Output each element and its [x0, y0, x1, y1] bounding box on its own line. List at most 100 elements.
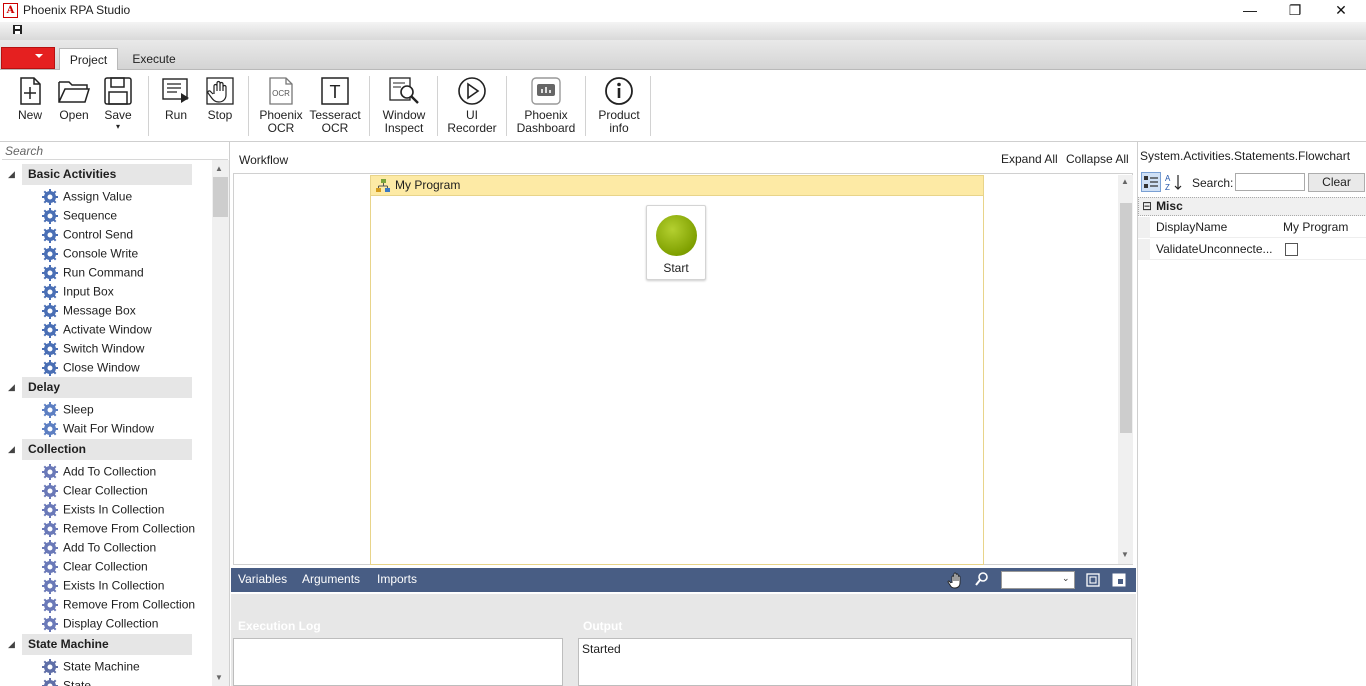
- window-inspect-button[interactable]: Window Inspect: [376, 74, 432, 140]
- output-text: Started: [582, 642, 621, 656]
- activity-gear-icon: [42, 340, 58, 357]
- tab-project[interactable]: Project: [59, 48, 118, 71]
- phoenix-dashboard-button[interactable]: Phoenix Dashboard: [513, 74, 579, 140]
- toolbox-item[interactable]: Remove From Collection: [42, 595, 195, 614]
- output-box[interactable]: Started: [578, 638, 1132, 686]
- designer-canvas[interactable]: My Program Start ▲ ▼: [233, 173, 1133, 565]
- app-menu-button[interactable]: [1, 47, 55, 69]
- open-button[interactable]: Open: [52, 74, 96, 140]
- property-row-displayname[interactable]: DisplayName My Program: [1138, 217, 1366, 238]
- toolbox-category[interactable]: Collection: [22, 439, 192, 460]
- start-node[interactable]: Start: [646, 205, 706, 280]
- properties-panel: System.Activities.Statements.Flowchart A…: [1137, 142, 1366, 686]
- toolbox-item[interactable]: State: [42, 676, 91, 686]
- imports-tab[interactable]: Imports: [377, 572, 417, 586]
- toolbox-item[interactable]: Clear Collection: [42, 557, 148, 576]
- toolbox-item[interactable]: Wait For Window: [42, 419, 154, 438]
- scroll-down-icon[interactable]: ▼: [215, 673, 223, 682]
- collapse-icon[interactable]: ⊟: [1142, 199, 1152, 213]
- toolbox-category[interactable]: State Machine: [22, 634, 192, 655]
- toolbox-item[interactable]: Clear Collection: [42, 481, 148, 500]
- toolbox-item[interactable]: Remove From Collection: [42, 519, 195, 538]
- toolbox-item[interactable]: Add To Collection: [42, 538, 156, 557]
- start-circle-icon: [656, 215, 697, 256]
- pan-hand-icon[interactable]: [947, 571, 965, 589]
- clear-search-button[interactable]: Clear: [1308, 173, 1365, 192]
- scroll-up-icon[interactable]: ▲: [215, 164, 223, 173]
- zoom-search-icon[interactable]: [974, 571, 990, 587]
- arguments-tab[interactable]: Arguments: [302, 572, 360, 586]
- workflow-breadcrumb[interactable]: Workflow: [239, 153, 288, 167]
- toolbox-panel: Search Basic Activities ◢ Assign Value Sequ…: [0, 142, 230, 686]
- toolbox-item[interactable]: Activate Window: [42, 320, 152, 339]
- toolbox-item[interactable]: Switch Window: [42, 339, 144, 358]
- toolbox-category[interactable]: Basic Activities: [22, 164, 192, 185]
- save-button[interactable]: Save ▾: [96, 74, 140, 140]
- save-dropdown-arrow[interactable]: ▾: [96, 122, 140, 131]
- ribbon-separator: [506, 76, 507, 136]
- expand-caret-icon[interactable]: ◢: [8, 382, 15, 393]
- tesseract-ocr-button[interactable]: T Tesseract OCR: [306, 74, 364, 140]
- toolbox-scrollbar[interactable]: [212, 160, 229, 686]
- toolbox-item[interactable]: Input Box: [42, 282, 114, 301]
- toolbox-item-label: Exists In Collection: [63, 578, 165, 593]
- execution-log-box[interactable]: [233, 638, 563, 686]
- zoom-level-select[interactable]: ⌄: [1001, 571, 1075, 589]
- property-search-input[interactable]: [1235, 173, 1305, 191]
- run-label: Run: [164, 108, 187, 122]
- minimize-button[interactable]: —: [1227, 0, 1273, 22]
- toolbox-item[interactable]: Close Window: [42, 358, 140, 377]
- quick-save-icon[interactable]: [12, 24, 23, 35]
- toolbox-item[interactable]: Message Box: [42, 301, 136, 320]
- toolbox-item[interactable]: Sequence: [42, 206, 117, 225]
- validate-checkbox[interactable]: [1285, 243, 1298, 256]
- toolbox-item[interactable]: Sleep: [42, 400, 94, 419]
- flowchart-container[interactable]: My Program Start: [370, 175, 984, 565]
- variables-tab[interactable]: Variables: [238, 572, 287, 586]
- close-button[interactable]: ✕: [1318, 0, 1364, 22]
- expand-caret-icon[interactable]: ◢: [8, 639, 15, 650]
- tab-execute[interactable]: Execute: [124, 48, 184, 71]
- toolbox-item[interactable]: Display Collection: [42, 614, 158, 633]
- property-row-validate[interactable]: ValidateUnconnecte...: [1138, 239, 1366, 260]
- toolbox-search-input[interactable]: Search: [2, 143, 228, 160]
- category-misc[interactable]: ⊟ Misc: [1138, 197, 1366, 216]
- toolbox-category[interactable]: Delay: [22, 377, 192, 398]
- stop-button[interactable]: Stop: [198, 74, 242, 140]
- scroll-up-icon[interactable]: ▲: [1121, 177, 1129, 186]
- expand-all-link[interactable]: Expand All: [1001, 152, 1058, 166]
- activity-gear-icon: [42, 321, 58, 338]
- ui-recorder-button[interactable]: UI Recorder: [444, 74, 500, 140]
- overview-map-icon[interactable]: [1111, 572, 1127, 588]
- toolbox-item[interactable]: State Machine: [42, 657, 140, 676]
- phoenix-ocr-button[interactable]: OCR Phoenix OCR: [256, 74, 306, 140]
- toolbox-item-label: Add To Collection: [63, 540, 157, 555]
- toolbox-item[interactable]: Control Send: [42, 225, 133, 244]
- toolbox-scroll-thumb[interactable]: [213, 177, 228, 217]
- toolbox-item[interactable]: Run Command: [42, 263, 144, 282]
- toolbox-item[interactable]: Exists In Collection: [42, 500, 164, 519]
- toolbox-item[interactable]: Assign Value: [42, 187, 132, 206]
- restore-button[interactable]: ❐: [1272, 0, 1318, 22]
- canvas-scroll-thumb[interactable]: [1120, 203, 1132, 433]
- product-info-button[interactable]: Product info: [592, 74, 646, 140]
- flowchart-header[interactable]: My Program: [371, 176, 983, 196]
- toolbox-item[interactable]: Add To Collection: [42, 462, 156, 481]
- displayname-field[interactable]: My Program: [1283, 217, 1348, 238]
- activity-gear-icon: [42, 359, 58, 376]
- expand-caret-icon[interactable]: ◢: [8, 169, 15, 180]
- recorder-play-icon: [458, 77, 486, 105]
- new-button[interactable]: New: [8, 74, 52, 140]
- expand-caret-icon[interactable]: ◢: [8, 444, 15, 455]
- collapse-all-link[interactable]: Collapse All: [1066, 152, 1129, 166]
- toolbox-item[interactable]: Exists In Collection: [42, 576, 164, 595]
- toolbox-item-label: Assign Value: [63, 189, 133, 204]
- scroll-down-icon[interactable]: ▼: [1121, 550, 1129, 559]
- run-button[interactable]: Run: [154, 74, 198, 140]
- toolbox-item[interactable]: Console Write: [42, 244, 138, 263]
- fit-to-screen-icon[interactable]: [1085, 572, 1101, 588]
- categorized-view-button[interactable]: [1141, 172, 1161, 192]
- toolbox-item-label: Control Send: [63, 227, 134, 242]
- ocr-icon: OCR: [269, 77, 293, 105]
- alphabetical-sort-button[interactable]: AZ: [1164, 172, 1184, 192]
